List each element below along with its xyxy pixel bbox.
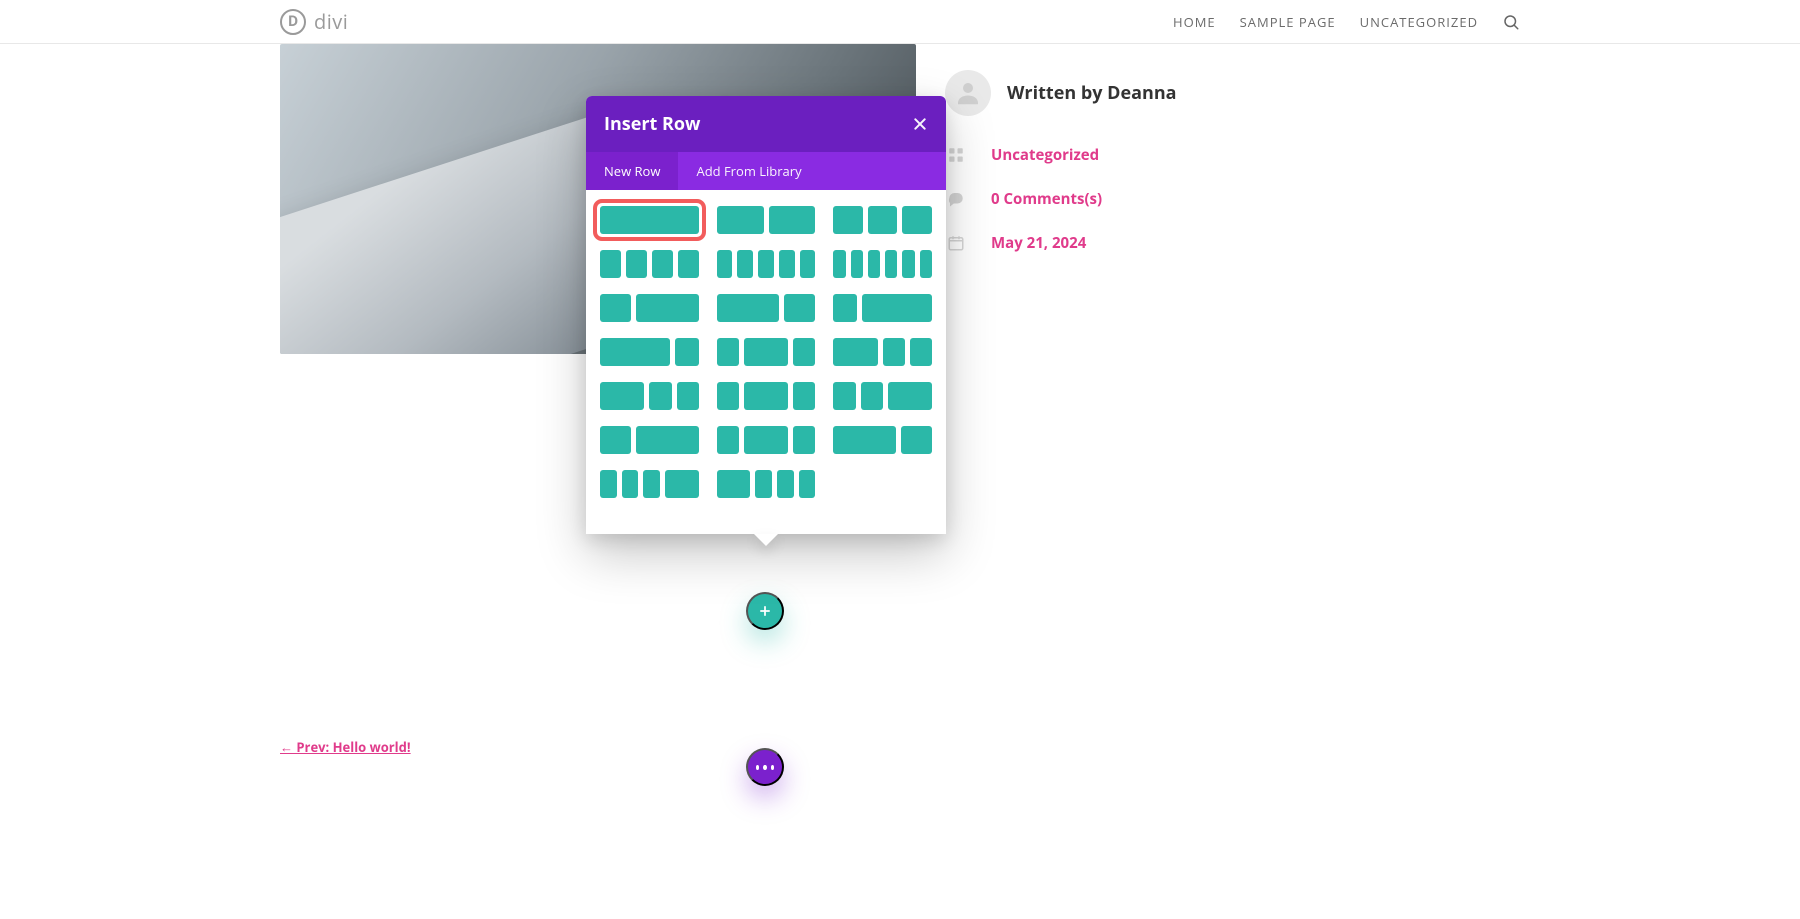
- layout-3-1[interactable]: [600, 338, 699, 366]
- post-meta: Written by Deanna Uncategorized 0 Commen…: [945, 70, 1505, 254]
- primary-nav: HOME SAMPLE PAGE UNCATEGORIZED: [1173, 13, 1520, 31]
- meta-category-text: Uncategorized: [991, 145, 1099, 165]
- tab-new-row[interactable]: New Row: [586, 152, 678, 190]
- logo-letter: D: [288, 12, 298, 31]
- meta-list: Uncategorized 0 Comments(s) May 21, 2024: [945, 144, 1505, 254]
- modal-title: Insert Row: [604, 112, 700, 136]
- avatar: [945, 70, 991, 116]
- layout-2col[interactable]: [717, 206, 816, 234]
- layout-3col[interactable]: [833, 206, 932, 234]
- modal-tabs: New Row Add From Library: [586, 152, 946, 190]
- meta-date[interactable]: May 21, 2024: [945, 232, 1505, 254]
- modal-header: Insert Row: [586, 96, 946, 152]
- layout-1-1-2[interactable]: [833, 382, 932, 410]
- meta-comments[interactable]: 0 Comments(s): [945, 188, 1505, 210]
- layout-2-1[interactable]: [717, 294, 816, 322]
- site-header: D divi HOME SAMPLE PAGE UNCATEGORIZED: [0, 0, 1800, 44]
- page-content: Written by Deanna Uncategorized 0 Commen…: [280, 44, 1520, 919]
- brand[interactable]: D divi: [280, 8, 348, 35]
- layout-4col[interactable]: [600, 250, 699, 278]
- layout-6col[interactable]: [833, 250, 932, 278]
- meta-date-text: May 21, 2024: [991, 233, 1086, 253]
- modal-arrow: [754, 534, 778, 546]
- comment-icon: [945, 188, 967, 210]
- layout-1-2[interactable]: [600, 294, 699, 322]
- builder-actions-button[interactable]: [746, 748, 784, 786]
- layout-1-1-1-2[interactable]: [600, 470, 699, 498]
- layout-1-1-2a[interactable]: [833, 338, 932, 366]
- prev-post-link[interactable]: ← Prev: Hello world!: [280, 738, 411, 756]
- layout-2-1-1-1[interactable]: [717, 470, 816, 498]
- insert-row-modal: Insert Row New Row Add From Library: [586, 96, 946, 534]
- close-icon[interactable]: [912, 116, 928, 132]
- layout-1col[interactable]: [600, 206, 699, 234]
- meta-category[interactable]: Uncategorized: [945, 144, 1505, 166]
- layout-2-1-1[interactable]: [600, 382, 699, 410]
- layout-1-2-1b[interactable]: [717, 382, 816, 410]
- tab-add-from-library[interactable]: Add From Library: [678, 152, 819, 190]
- author-prefix: Written by: [1007, 81, 1107, 105]
- search-icon[interactable]: [1502, 13, 1520, 31]
- add-section-button[interactable]: +: [746, 592, 784, 630]
- author-name: Deanna: [1107, 81, 1176, 105]
- nav-sample-page[interactable]: SAMPLE PAGE: [1240, 13, 1336, 31]
- layout-1-2-1[interactable]: [717, 338, 816, 366]
- nav-home[interactable]: HOME: [1173, 13, 1216, 31]
- author-text: Written by Deanna: [1007, 81, 1177, 105]
- logo-mark: D: [280, 9, 306, 35]
- layout-2-1b[interactable]: [833, 426, 932, 454]
- logo-text: divi: [314, 8, 348, 35]
- author-row: Written by Deanna: [945, 70, 1505, 116]
- meta-comments-text: 0 Comments(s): [991, 189, 1102, 209]
- layout-1-2-1c[interactable]: [717, 426, 816, 454]
- row-layout-grid: [586, 190, 946, 534]
- dot-icon: [771, 765, 774, 770]
- grid-icon: [945, 144, 967, 166]
- dot-icon: [756, 765, 759, 770]
- layout-5col[interactable]: [717, 250, 816, 278]
- calendar-icon: [945, 232, 967, 254]
- layout-1-2b[interactable]: [600, 426, 699, 454]
- dot-icon: [763, 765, 766, 770]
- nav-uncategorized[interactable]: UNCATEGORIZED: [1360, 13, 1478, 31]
- layout-1-3[interactable]: [833, 294, 932, 322]
